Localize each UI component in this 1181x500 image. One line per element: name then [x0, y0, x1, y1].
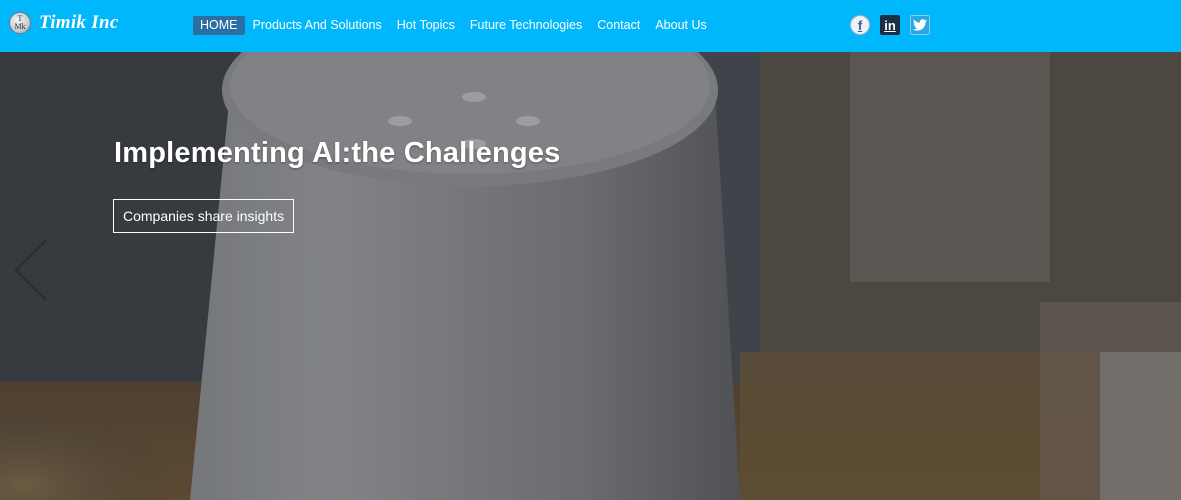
top-navbar: T Mk Timik Inc HOME Products And Solution…	[0, 0, 1181, 52]
nav-item-contact[interactable]: Contact	[590, 16, 647, 35]
facebook-icon[interactable]: f	[850, 15, 870, 35]
hero-dim-overlay	[0, 52, 1181, 500]
main-nav: HOME Products And Solutions Hot Topics F…	[193, 16, 715, 35]
brand-name: Timik Inc	[39, 12, 119, 33]
hero-carousel: Implementing AI:the Challenges Companies…	[0, 52, 1181, 500]
nav-item-home[interactable]: HOME	[193, 16, 245, 35]
logo-badge-text: Mk	[14, 22, 26, 31]
logo-badge-icon: T Mk	[9, 12, 31, 34]
linkedin-icon[interactable]: in	[880, 15, 900, 35]
twitter-icon[interactable]	[910, 15, 930, 35]
brand-logo[interactable]: T Mk Timik Inc	[9, 12, 119, 34]
hero-cta-button[interactable]: Companies share insights	[113, 199, 295, 233]
nav-item-about-us[interactable]: About Us	[648, 16, 713, 35]
nav-item-hot-topics[interactable]: Hot Topics	[390, 16, 462, 35]
chevron-left-icon	[14, 239, 47, 301]
nav-item-future-technologies[interactable]: Future Technologies	[463, 16, 589, 35]
social-links: f in	[850, 15, 930, 35]
hero-title: Implementing AI:the Challenges	[114, 137, 561, 169]
nav-item-products-and-solutions[interactable]: Products And Solutions	[246, 16, 389, 35]
twitter-bird-glyph	[913, 19, 927, 31]
carousel-prev-button[interactable]	[12, 238, 52, 302]
